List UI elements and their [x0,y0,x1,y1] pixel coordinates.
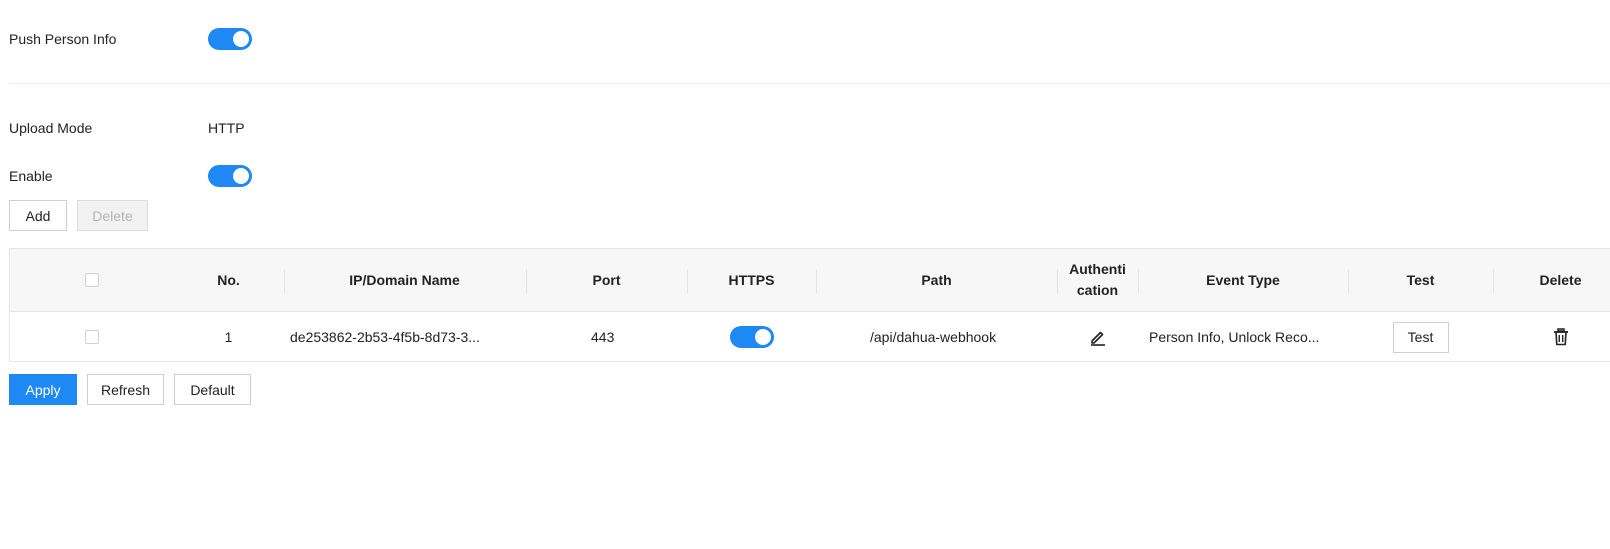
default-button[interactable]: Default [174,374,251,405]
header-authentication-line1: Authenti [1069,261,1126,277]
row-test-cell: Test [1348,312,1493,362]
row-checkbox[interactable] [84,330,99,344]
upload-mode-label: Upload Mode [9,120,93,136]
toggle-knob [233,31,249,47]
refresh-button[interactable]: Refresh [87,374,164,405]
add-button[interactable]: Add [9,200,67,231]
row-https-cell [687,312,816,362]
row-authentication-cell [1057,312,1138,362]
header-select-all-cell [10,249,173,311]
header-no: No. [217,271,240,288]
edit-icon[interactable] [1089,328,1107,346]
header-event-type: Event Type [1206,271,1280,288]
row-no: 1 [224,329,233,345]
header-delete: Delete [1539,271,1582,288]
header-test: Test [1406,271,1435,288]
row-event-type: Person Info, Unlock Reco... [1149,329,1319,345]
upload-mode-value: HTTP [208,120,245,136]
enable-toggle[interactable] [208,165,252,187]
row-ip-domain: de253862-2b53-4f5b-8d73-3... [290,329,480,345]
header-authentication: Authenti cation [1057,249,1138,311]
enable-label: Enable [9,168,53,184]
table-row: 1 de253862-2b53-4f5b-8d73-3... 443 /api/… [10,312,1610,362]
toggle-knob [233,168,249,184]
trash-icon[interactable] [1553,328,1569,346]
apply-button[interactable]: Apply [9,374,77,405]
header-authentication-line2: cation [1076,282,1119,298]
delete-button[interactable]: Delete [77,200,148,231]
webhook-table: No. IP/Domain Name Port HTTPS Path Authe… [9,248,1610,362]
test-button[interactable]: Test [1392,321,1449,353]
header-ip-domain: IP/Domain Name [349,271,460,288]
row-select-cell [10,312,173,362]
push-person-info-toggle[interactable] [208,28,252,50]
header-https: HTTPS [728,271,775,288]
row-port: 443 [591,329,615,345]
header-path: Path [921,271,952,288]
header-port: Port [592,271,621,288]
push-person-info-label: Push Person Info [9,31,117,47]
section-divider [9,83,1610,84]
row-path: /api/dahua-webhook [870,329,997,345]
table-header: No. IP/Domain Name Port HTTPS Path Authe… [10,249,1610,312]
row-delete-cell [1493,312,1610,362]
select-all-checkbox[interactable] [84,273,99,287]
row-https-toggle[interactable] [729,326,774,348]
toggle-knob [754,329,771,345]
